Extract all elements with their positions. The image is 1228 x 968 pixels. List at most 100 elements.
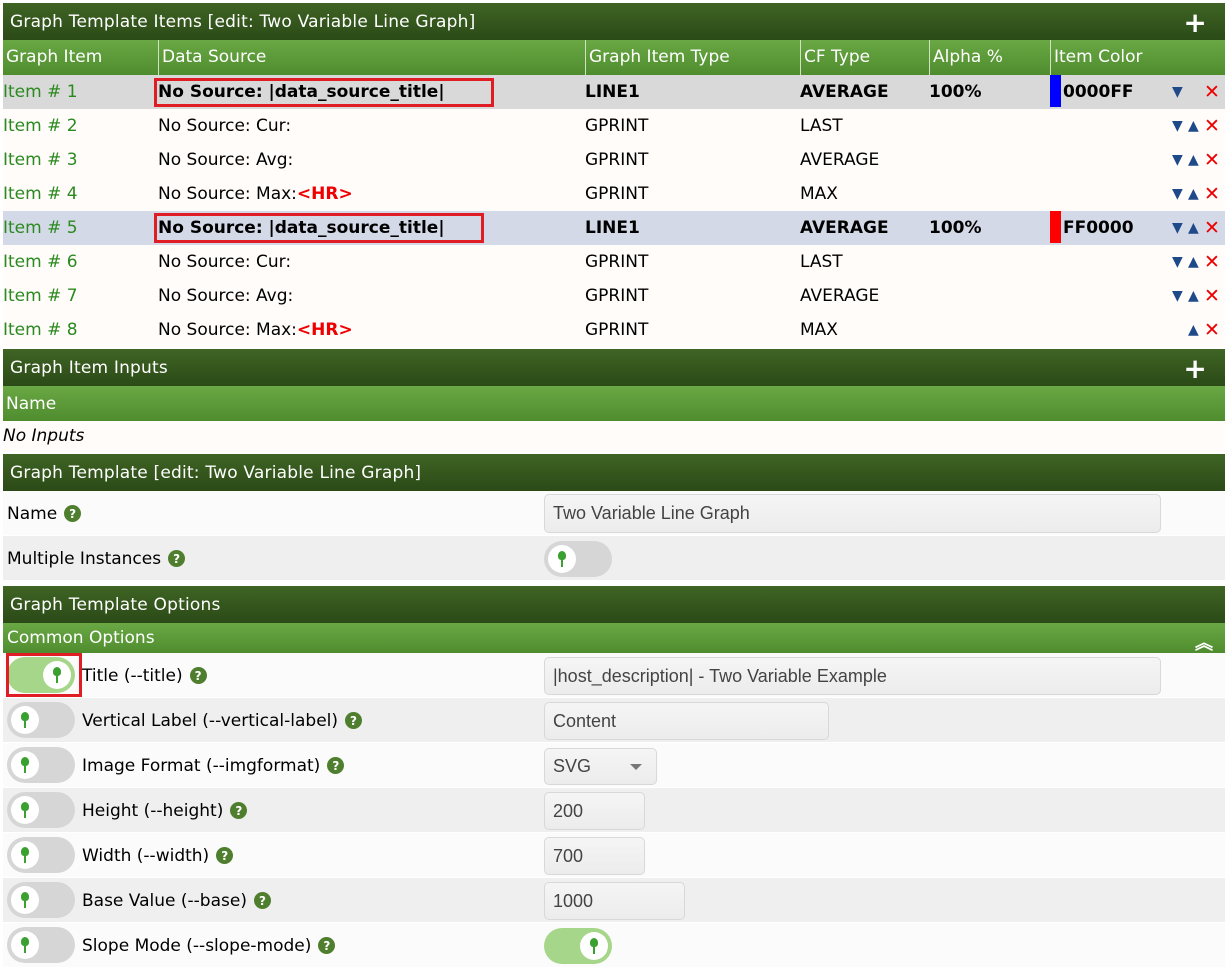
move-down-icon[interactable]: ▼ <box>1172 109 1183 143</box>
move-up-icon[interactable]: ▲ <box>1188 313 1199 347</box>
help-icon[interactable]: ? <box>318 937 336 954</box>
delete-icon[interactable]: ✕ <box>1204 177 1220 211</box>
delete-icon[interactable]: ✕ <box>1204 75 1220 109</box>
toggle-knob <box>11 841 39 869</box>
common-options-header[interactable]: Common Options ︽ <box>3 623 1225 655</box>
table-row: Item # 5 No Source: |data_source_title| LI… <box>3 210 1225 245</box>
delete-icon[interactable]: ✕ <box>1204 143 1220 177</box>
item-link[interactable]: Item # 8 <box>3 313 78 347</box>
image-format-select[interactable]: SVG <box>544 748 657 785</box>
data-source-text: No Source: Max: <box>158 320 297 340</box>
data-source-cell: No Source: Max:<HR> <box>158 313 353 347</box>
help-icon[interactable]: ? <box>168 550 186 567</box>
option-enable-toggle[interactable] <box>7 927 75 963</box>
options-list: Title (--title)? |host_description| - Two… <box>3 653 1225 968</box>
option-enable-toggle[interactable] <box>7 882 75 918</box>
row-actions: ▼ ▲ ✕ <box>1172 177 1222 211</box>
item-color-cell: 0000FF <box>1050 74 1134 109</box>
cf-type-cell: MAX <box>800 184 838 204</box>
option-enable-toggle[interactable] <box>7 702 75 738</box>
items-table-body: Item # 1 No Source: |data_source_title| LI… <box>3 74 1225 347</box>
multiple-instances-toggle[interactable] <box>544 541 612 577</box>
help-icon[interactable]: ? <box>216 847 234 864</box>
inputs-title: Graph Item Inputs <box>10 357 168 378</box>
data-source-text: No Source: Avg: <box>158 150 294 170</box>
delete-icon[interactable]: ✕ <box>1204 245 1220 279</box>
move-up-icon[interactable]: ▲ <box>1188 177 1199 211</box>
option-enable-toggle[interactable] <box>7 792 75 828</box>
chevron-down-icon <box>630 763 642 770</box>
item-link[interactable]: Item # 1 <box>3 75 78 109</box>
option-enable-toggle[interactable] <box>7 837 75 873</box>
cf-type-cell: AVERAGE <box>800 286 880 306</box>
template-title: Graph Template [edit: Two Variable Line … <box>10 462 422 483</box>
item-link[interactable]: Item # 3 <box>3 143 78 177</box>
cf-type-cell: LAST <box>800 252 843 272</box>
option-input[interactable]: 1000 <box>544 882 685 920</box>
table-row: Item # 7 No Source: Avg: GPRINT AVERAGE ▼ ▲ ✕ <box>3 279 1225 313</box>
row-actions: ▼ ✕ <box>1172 75 1222 109</box>
col-name: Name <box>6 393 57 414</box>
option-row: Image Format (--imgformat)? SVG <box>3 743 1225 788</box>
items-header: Graph Template Items [edit: Two Variable… <box>3 3 1225 40</box>
toggle-knob <box>11 796 39 824</box>
move-up-icon[interactable]: ▲ <box>1188 143 1199 177</box>
graph-item-type-cell: GPRINT <box>585 252 649 272</box>
move-up-icon[interactable]: ▲ <box>1188 245 1199 279</box>
data-source-cell: No Source: Cur: <box>158 245 291 279</box>
option-enable-toggle[interactable] <box>7 657 75 693</box>
help-icon[interactable]: ? <box>230 802 248 819</box>
move-down-icon[interactable]: ▼ <box>1172 279 1183 313</box>
option-input[interactable]: 700 <box>544 837 645 875</box>
hr-marker: <HR> <box>296 184 353 204</box>
delete-icon[interactable]: ✕ <box>1204 211 1220 245</box>
option-input[interactable]: Content <box>544 702 829 740</box>
item-link[interactable]: Item # 4 <box>3 177 78 211</box>
move-down-icon[interactable]: ▼ <box>1172 211 1183 245</box>
delete-icon[interactable]: ✕ <box>1204 109 1220 143</box>
option-input[interactable]: 200 <box>544 792 645 830</box>
move-down-icon[interactable]: ▼ <box>1172 75 1183 109</box>
delete-icon[interactable]: ✕ <box>1204 313 1220 347</box>
data-source-cell: No Source: |data_source_title| <box>158 75 445 109</box>
data-source-cell: No Source: Cur: <box>158 109 291 143</box>
item-link[interactable]: Item # 7 <box>3 279 78 313</box>
item-link[interactable]: Item # 2 <box>3 109 78 143</box>
option-input[interactable]: |host_description| - Two Variable Exampl… <box>544 657 1161 695</box>
col-alpha: Alpha % <box>929 40 1050 75</box>
option-enable-toggle[interactable] <box>7 747 75 783</box>
help-icon[interactable]: ? <box>189 667 207 684</box>
add-item-icon[interactable]: + <box>1183 9 1207 37</box>
inputs-header: Graph Item Inputs + <box>3 349 1225 386</box>
move-up-icon[interactable]: ▲ <box>1188 211 1199 245</box>
name-label: Name <box>7 503 58 524</box>
move-down-icon[interactable]: ▼ <box>1172 245 1183 279</box>
alpha-cell: 100% <box>929 82 982 102</box>
col-graph-item-type: Graph Item Type <box>585 40 800 75</box>
item-link[interactable]: Item # 5 <box>3 211 78 245</box>
help-icon[interactable]: ? <box>64 505 82 522</box>
delete-icon[interactable]: ✕ <box>1204 279 1220 313</box>
add-input-icon[interactable]: + <box>1183 355 1207 383</box>
slope-mode-toggle[interactable] <box>544 928 612 964</box>
name-input[interactable]: Two Variable Line Graph <box>544 494 1161 533</box>
move-down-icon[interactable]: ▼ <box>1172 177 1183 211</box>
double-chevron-up-icon[interactable]: ︽ <box>1195 629 1213 655</box>
option-label: Vertical Label (--vertical-label) <box>82 710 339 731</box>
data-source-text: No Source: |data_source_title| <box>158 218 445 238</box>
toggle-knob <box>43 661 71 689</box>
help-icon[interactable]: ? <box>345 712 363 729</box>
help-icon[interactable]: ? <box>327 757 345 774</box>
options-title: Graph Template Options <box>10 594 221 615</box>
help-icon[interactable]: ? <box>253 892 271 909</box>
move-down-icon[interactable]: ▼ <box>1172 143 1183 177</box>
row-actions: ▼ ▲ ✕ <box>1172 143 1222 177</box>
table-row: Item # 3 No Source: Avg: GPRINT AVERAGE ▼ ▲ ✕ <box>3 143 1225 177</box>
move-up-icon[interactable]: ▲ <box>1188 109 1199 143</box>
toggle-knob <box>548 545 576 573</box>
cf-type-cell: AVERAGE <box>800 82 889 102</box>
graph-item-type-cell: GPRINT <box>585 286 649 306</box>
table-row: Item # 2 No Source: Cur: GPRINT LAST ▼ ▲ ✕ <box>3 109 1225 143</box>
item-link[interactable]: Item # 6 <box>3 245 78 279</box>
move-up-icon[interactable]: ▲ <box>1188 279 1199 313</box>
